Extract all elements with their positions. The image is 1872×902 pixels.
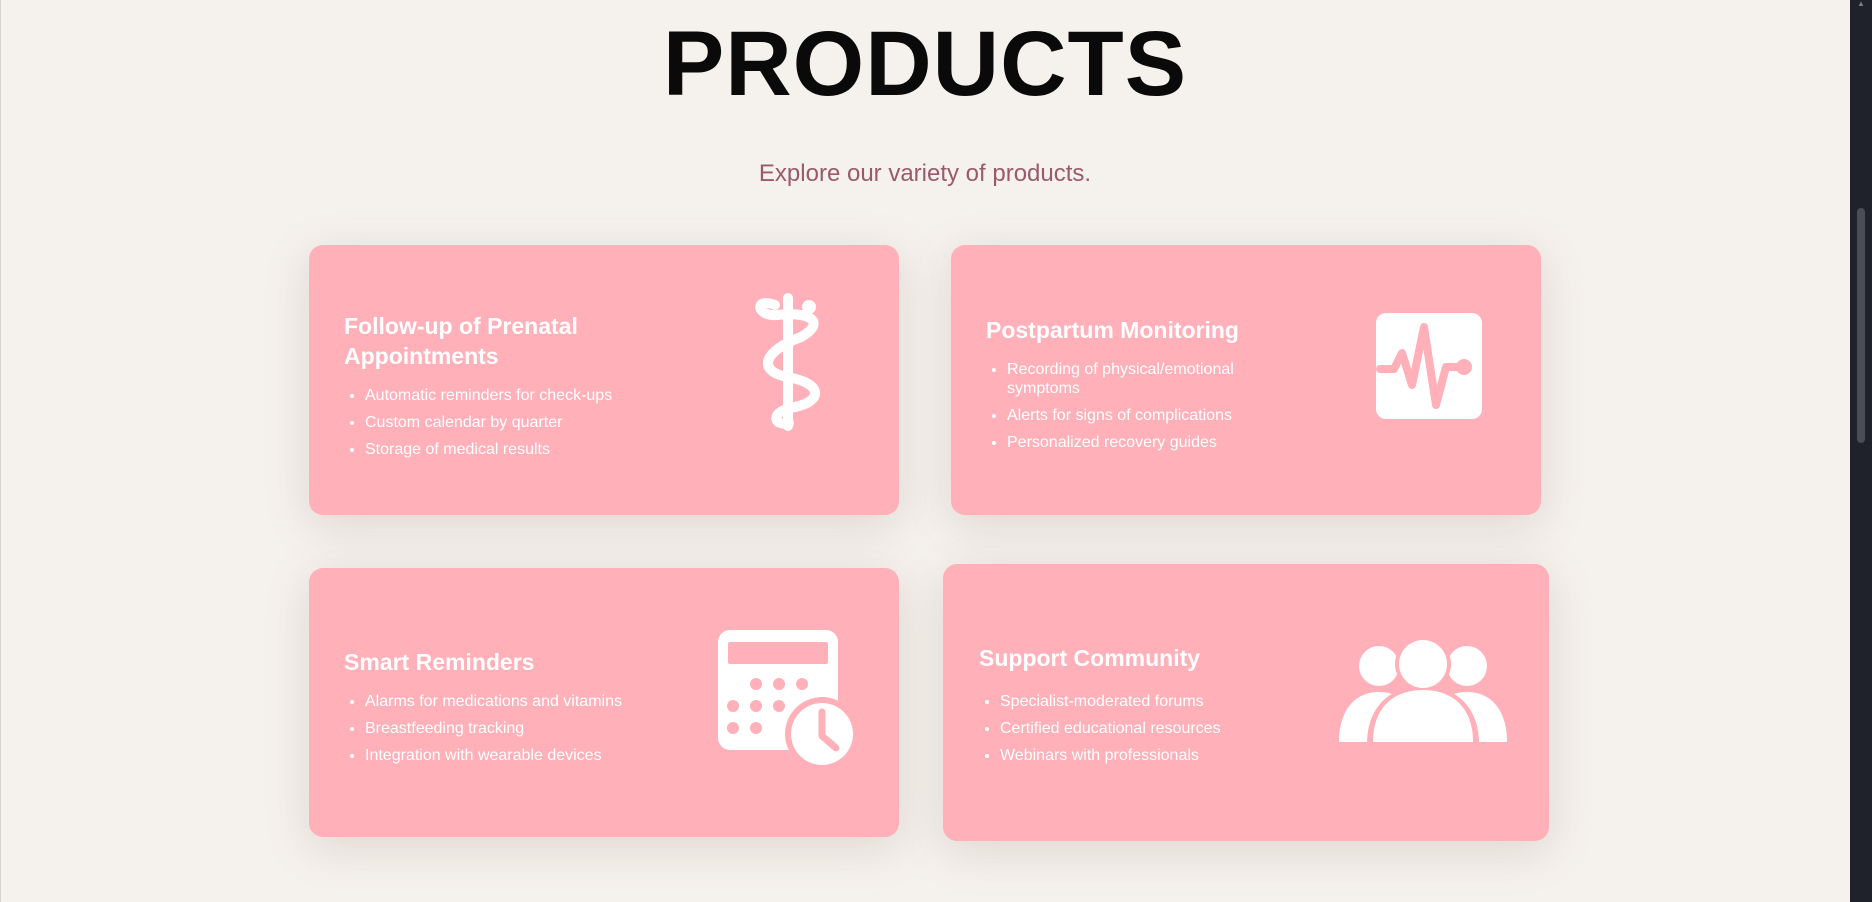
- products-page: PRODUCTS Explore our variety of products…: [0, 0, 1872, 902]
- product-feature: Storage of medical results: [365, 440, 695, 459]
- page-subtitle: Explore our variety of products.: [758, 160, 1092, 187]
- product-feature: Certified educational resources: [1000, 719, 1330, 738]
- product-feature: Automatic reminders for check-ups: [365, 386, 695, 405]
- group-people-icon: [1339, 636, 1507, 744]
- product-feature: Alarms for medications and vitamins: [365, 692, 695, 711]
- vertical-scrollbar[interactable]: ▲: [1850, 0, 1872, 902]
- product-card-title: Support Community: [979, 645, 1201, 671]
- product-feature: Personalized recovery guides: [1007, 433, 1277, 452]
- product-card-prenatal[interactable]: Follow-up of Prenatal Appointments Autom…: [309, 245, 899, 515]
- product-card-title-line: Appointments: [344, 343, 499, 369]
- product-card-postpartum[interactable]: Postpartum Monitoring Recording of physi…: [951, 245, 1541, 515]
- product-feature-list: Automatic reminders for check-ups Custom…: [344, 386, 695, 467]
- caduceus-icon: [739, 293, 839, 433]
- product-card-community[interactable]: Support Community Specialist-moderated f…: [943, 564, 1549, 841]
- scrollbar-thumb[interactable]: [1857, 208, 1865, 443]
- product-feature: Alerts for signs of complications: [1007, 406, 1277, 425]
- page-title: PRODUCTS: [662, 13, 1188, 115]
- product-feature: Specialist-moderated forums: [1000, 692, 1330, 711]
- scroll-up-arrow-icon[interactable]: ▲: [1856, 0, 1866, 8]
- calendar-clock-icon: [718, 628, 860, 772]
- product-feature: Webinars with professionals: [1000, 746, 1330, 765]
- page-border: [0, 0, 1, 902]
- product-feature-list: Alarms for medications and vitamins Brea…: [344, 692, 695, 773]
- product-card-reminders[interactable]: Smart Reminders Alarms for medications a…: [309, 568, 899, 837]
- product-card-title: Smart Reminders: [344, 649, 535, 675]
- product-feature-list: Recording of physical/emotional symptoms…: [986, 360, 1277, 460]
- product-card-title: Postpartum Monitoring: [986, 317, 1239, 343]
- product-card-title: Follow-up of Prenatal Appointments: [344, 311, 674, 371]
- heartbeat-monitor-icon: [1376, 313, 1482, 419]
- product-feature: Breastfeeding tracking: [365, 719, 695, 738]
- product-feature: Recording of physical/emotional symptoms: [1007, 360, 1277, 398]
- product-feature-list: Specialist-moderated forums Certified ed…: [979, 692, 1330, 773]
- product-feature: Integration with wearable devices: [365, 746, 695, 765]
- product-card-title-line: Follow-up of Prenatal: [344, 313, 578, 339]
- product-feature: Custom calendar by quarter: [365, 413, 695, 432]
